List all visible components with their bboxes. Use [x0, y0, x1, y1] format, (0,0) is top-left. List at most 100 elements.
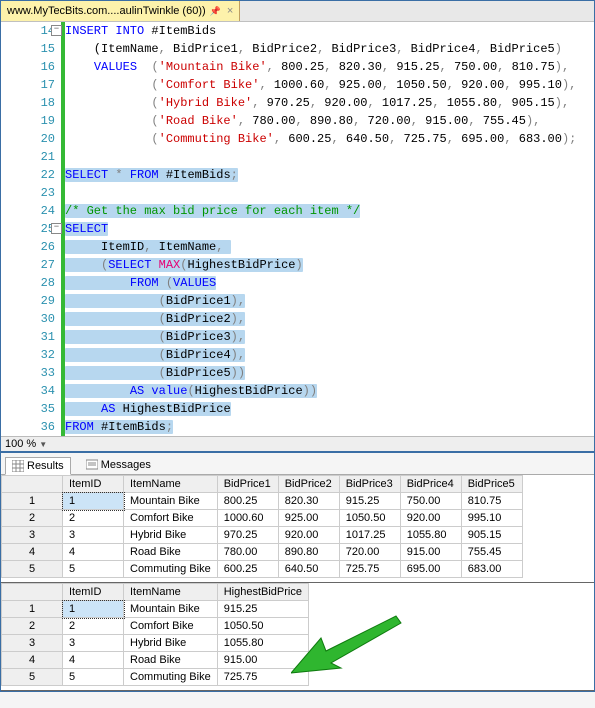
column-header[interactable]: BidPrice1	[217, 476, 278, 493]
table-row[interactable]: 22Comfort Bike1050.50	[2, 618, 309, 635]
cell[interactable]: Mountain Bike	[124, 601, 218, 618]
column-header[interactable]: ItemID	[63, 584, 124, 601]
cell[interactable]: 1050.50	[339, 510, 400, 527]
column-header[interactable]: BidPrice5	[461, 476, 522, 493]
code-line[interactable]: FROM (VALUES	[65, 274, 594, 292]
cell[interactable]: 2	[63, 618, 124, 635]
cell[interactable]: 800.25	[217, 493, 278, 510]
cell[interactable]: 720.00	[339, 544, 400, 561]
table-row[interactable]: 44Road Bike915.00	[2, 652, 309, 669]
cell[interactable]: 905.15	[461, 527, 522, 544]
cell[interactable]: Road Bike	[124, 544, 218, 561]
code-line[interactable]: ('Comfort Bike', 1000.60, 925.00, 1050.5…	[65, 76, 594, 94]
cell[interactable]: 915.00	[217, 652, 308, 669]
result-table-2[interactable]: ItemIDItemNameHighestBidPrice11Mountain …	[1, 583, 309, 686]
code-line[interactable]: AS value(HighestBidPrice))	[65, 382, 594, 400]
code-line[interactable]: (BidPrice3),	[65, 328, 594, 346]
table-row[interactable]: 22Comfort Bike1000.60925.001050.50920.00…	[2, 510, 523, 527]
cell[interactable]: 683.00	[461, 561, 522, 578]
code-editor[interactable]: 1415161718192021222324252627282930313233…	[1, 22, 594, 436]
cell[interactable]: 695.00	[400, 561, 461, 578]
cell[interactable]: Commuting Bike	[124, 669, 218, 686]
cell[interactable]: Mountain Bike	[124, 493, 218, 510]
column-header[interactable]: ItemName	[124, 476, 218, 493]
code-line[interactable]: −INSERT INTO #ItemBids	[65, 22, 594, 40]
cell[interactable]: 1	[63, 601, 124, 618]
table-row[interactable]: 55Commuting Bike725.75	[2, 669, 309, 686]
cell[interactable]: Hybrid Bike	[124, 635, 218, 652]
cell[interactable]: 5	[63, 561, 124, 578]
cell[interactable]: 1050.50	[217, 618, 308, 635]
code-line[interactable]: (SELECT MAX(HighestBidPrice)	[65, 256, 594, 274]
code-line[interactable]: SELECT * FROM #ItemBids;	[65, 166, 594, 184]
column-header[interactable]	[2, 476, 63, 493]
column-header[interactable]: ItemName	[124, 584, 218, 601]
table-row[interactable]: 11Mountain Bike800.25820.30915.25750.008…	[2, 493, 523, 510]
column-header[interactable]: ItemID	[63, 476, 124, 493]
code-line[interactable]: ('Commuting Bike', 600.25, 640.50, 725.7…	[65, 130, 594, 148]
result-table-1[interactable]: ItemIDItemNameBidPrice1BidPrice2BidPrice…	[1, 475, 523, 578]
close-icon[interactable]: ×	[227, 5, 233, 17]
cell[interactable]: 810.75	[461, 493, 522, 510]
cell[interactable]: 600.25	[217, 561, 278, 578]
cell[interactable]: 920.00	[400, 510, 461, 527]
cell[interactable]: 3	[63, 527, 124, 544]
cell[interactable]: 915.25	[339, 493, 400, 510]
cell[interactable]: 4	[63, 652, 124, 669]
code-line[interactable]: ('Hybrid Bike', 970.25, 920.00, 1017.25,…	[65, 94, 594, 112]
outline-toggle-icon[interactable]: −	[51, 25, 62, 36]
cell[interactable]: 890.80	[278, 544, 339, 561]
tab-results[interactable]: Results	[5, 457, 71, 475]
column-header[interactable]	[2, 584, 63, 601]
cell[interactable]: 725.75	[217, 669, 308, 686]
cell[interactable]: 3	[63, 635, 124, 652]
row-header[interactable]: 3	[2, 635, 63, 652]
cell[interactable]: 780.00	[217, 544, 278, 561]
code-line[interactable]	[65, 148, 594, 166]
row-header[interactable]: 4	[2, 544, 63, 561]
code-line[interactable]: VALUES ('Mountain Bike', 800.25, 820.30,…	[65, 58, 594, 76]
table-row[interactable]: 11Mountain Bike915.25	[2, 601, 309, 618]
cell[interactable]: 2	[63, 510, 124, 527]
table-row[interactable]: 55Commuting Bike600.25640.50725.75695.00…	[2, 561, 523, 578]
cell[interactable]: 1	[63, 493, 124, 510]
code-line[interactable]: (ItemName, BidPrice1, BidPrice2, BidPric…	[65, 40, 594, 58]
cell[interactable]: 925.00	[278, 510, 339, 527]
cell[interactable]: 915.00	[400, 544, 461, 561]
file-tab[interactable]: www.MyTecBits.com....aulinTwinkle (60)) …	[1, 1, 240, 21]
row-header[interactable]: 5	[2, 669, 63, 686]
cell[interactable]: 970.25	[217, 527, 278, 544]
cell[interactable]: 640.50	[278, 561, 339, 578]
code-line[interactable]: −SELECT	[65, 220, 594, 238]
cell[interactable]: Comfort Bike	[124, 618, 218, 635]
row-header[interactable]: 3	[2, 527, 63, 544]
cell[interactable]: 5	[63, 669, 124, 686]
cell[interactable]: 1055.80	[217, 635, 308, 652]
row-header[interactable]: 2	[2, 618, 63, 635]
cell[interactable]: 725.75	[339, 561, 400, 578]
column-header[interactable]: BidPrice3	[339, 476, 400, 493]
code-line[interactable]: AS HighestBidPrice	[65, 400, 594, 418]
cell[interactable]: 755.45	[461, 544, 522, 561]
cell[interactable]: Commuting Bike	[124, 561, 218, 578]
tab-messages[interactable]: Messages	[79, 456, 158, 474]
cell[interactable]: Comfort Bike	[124, 510, 218, 527]
code-line[interactable]: /* Get the max bid price for each item *…	[65, 202, 594, 220]
row-header[interactable]: 1	[2, 601, 63, 618]
cell[interactable]: 995.10	[461, 510, 522, 527]
chevron-down-icon[interactable]: ▼	[39, 440, 47, 449]
code-line[interactable]: (BidPrice5))	[65, 364, 594, 382]
cell[interactable]: Road Bike	[124, 652, 218, 669]
cell[interactable]: Hybrid Bike	[124, 527, 218, 544]
table-row[interactable]: 44Road Bike780.00890.80720.00915.00755.4…	[2, 544, 523, 561]
code-line[interactable]: FROM #ItemBids;	[65, 418, 594, 436]
code-line[interactable]: (BidPrice2),	[65, 310, 594, 328]
cell[interactable]: 750.00	[400, 493, 461, 510]
column-header[interactable]: HighestBidPrice	[217, 584, 308, 601]
code-line[interactable]: ('Road Bike', 780.00, 890.80, 720.00, 91…	[65, 112, 594, 130]
column-header[interactable]: BidPrice4	[400, 476, 461, 493]
cell[interactable]: 4	[63, 544, 124, 561]
table-row[interactable]: 33Hybrid Bike1055.80	[2, 635, 309, 652]
table-row[interactable]: 33Hybrid Bike970.25920.001017.251055.809…	[2, 527, 523, 544]
pin-icon[interactable]: 📌	[210, 6, 221, 17]
